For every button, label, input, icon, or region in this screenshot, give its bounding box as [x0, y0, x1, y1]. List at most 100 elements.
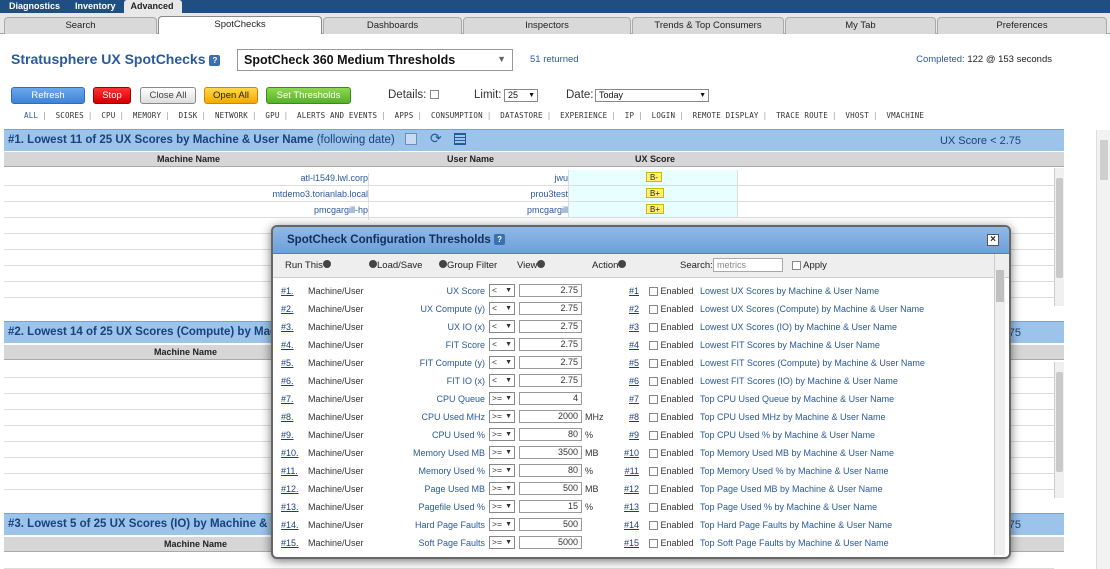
- threshold-value-input[interactable]: 2.75: [519, 356, 582, 369]
- tab-dashboards[interactable]: Dashboards: [323, 17, 462, 34]
- category-experience[interactable]: EXPERIENCE: [556, 111, 611, 120]
- operator-select[interactable]: >= ▼: [489, 500, 515, 513]
- enabled-option[interactable]: Enabled: [649, 394, 694, 405]
- operator-select[interactable]: < ▼: [489, 356, 515, 369]
- group-filter-menu[interactable]: Group Filter: [439, 260, 497, 271]
- open-all-button[interactable]: Open All: [204, 87, 258, 104]
- help-icon[interactable]: ?: [494, 234, 506, 246]
- threshold-number-link[interactable]: #9.: [281, 430, 294, 440]
- limit-select[interactable]: 25 ▼: [504, 89, 538, 102]
- threshold-metric[interactable]: Soft Page Faults: [378, 538, 485, 548]
- refresh-button[interactable]: Refresh: [11, 87, 85, 104]
- threshold-number-link[interactable]: #10.: [281, 448, 299, 458]
- search-input[interactable]: metrics: [713, 258, 783, 272]
- enabled-checkbox[interactable]: [649, 377, 658, 387]
- spotcheck-number-link[interactable]: #11: [623, 466, 639, 476]
- spotcheck-number-link[interactable]: #5: [623, 358, 639, 368]
- enabled-option[interactable]: Enabled: [649, 502, 694, 513]
- category-login[interactable]: LOGIN: [648, 111, 680, 120]
- category-consumption[interactable]: CONSUMPTION: [427, 111, 487, 120]
- enabled-option[interactable]: Enabled: [649, 358, 694, 369]
- operator-select[interactable]: >= ▼: [489, 464, 515, 477]
- threshold-value-input[interactable]: 500: [519, 518, 582, 531]
- scrollbar-thumb[interactable]: [1100, 140, 1108, 180]
- column-user-name[interactable]: User Name: [447, 154, 494, 164]
- run-this-menu[interactable]: Run This: [285, 260, 331, 271]
- date-select[interactable]: Today ▼: [595, 89, 709, 102]
- category-vmachine[interactable]: VMACHINE: [882, 111, 928, 120]
- spotcheck-description-link[interactable]: Lowest FIT Scores by Machine & User Name: [700, 340, 880, 350]
- scrollbar-thumb[interactable]: [1056, 178, 1063, 278]
- threshold-metric[interactable]: Memory Used MB: [378, 448, 485, 458]
- threshold-value-input[interactable]: 2.75: [519, 302, 582, 315]
- threshold-metric[interactable]: Memory Used %: [378, 466, 485, 476]
- threshold-number-link[interactable]: #3.: [281, 322, 294, 332]
- view-menu[interactable]: View: [517, 260, 546, 271]
- spotcheck-number-link[interactable]: #1: [623, 286, 639, 296]
- enabled-option[interactable]: Enabled: [649, 304, 694, 315]
- dialog-scrollbar[interactable]: [994, 254, 1005, 555]
- threshold-metric[interactable]: Page Used MB: [378, 484, 485, 494]
- enabled-checkbox[interactable]: [649, 305, 658, 315]
- enabled-checkbox[interactable]: [649, 485, 658, 495]
- category-disk[interactable]: DISK: [175, 111, 202, 120]
- table-row[interactable]: atl-l1549.lwl.corp jwu B-: [4, 170, 1054, 188]
- threshold-metric[interactable]: CPU Used %: [378, 430, 485, 440]
- threshold-value-input[interactable]: 15: [519, 500, 582, 513]
- popout-icon[interactable]: [405, 133, 417, 145]
- threshold-value-input[interactable]: 5000: [519, 536, 582, 549]
- threshold-value-input[interactable]: 4: [519, 392, 582, 405]
- category-cpu[interactable]: CPU: [97, 111, 119, 120]
- operator-select[interactable]: >= ▼: [489, 536, 515, 549]
- spotcheck-description-link[interactable]: Lowest UX Scores by Machine & User Name: [700, 286, 879, 296]
- threshold-number-link[interactable]: #4.: [281, 340, 294, 350]
- operator-select[interactable]: >= ▼: [489, 482, 515, 495]
- spotcheck-description-link[interactable]: Top Soft Page Faults by Machine & User N…: [700, 538, 889, 548]
- spotcheck-number-link[interactable]: #7: [623, 394, 639, 404]
- threshold-metric[interactable]: FIT Score: [378, 340, 485, 350]
- machine-name-cell[interactable]: pmcgargill-hp: [4, 205, 368, 215]
- section-1-header[interactable]: #1. Lowest 11 of 25 UX Scores by Machine…: [4, 129, 1064, 151]
- category-datastore[interactable]: DATASTORE: [496, 111, 546, 120]
- threshold-value-input[interactable]: 2000: [519, 410, 582, 423]
- category-network[interactable]: NETWORK: [211, 111, 252, 120]
- spotcheck-number-link[interactable]: #15: [623, 538, 639, 548]
- section-2-scrollbar[interactable]: [1054, 362, 1064, 498]
- machine-name-cell[interactable]: atl-l1549.lwl.corp: [4, 173, 368, 183]
- spotcheck-description-link[interactable]: Top Hard Page Faults by Machine & User N…: [700, 520, 892, 530]
- spotcheck-number-link[interactable]: #4: [623, 340, 639, 350]
- threshold-value-input[interactable]: 2.75: [519, 284, 582, 297]
- apply-option[interactable]: Apply: [792, 260, 827, 271]
- enabled-option[interactable]: Enabled: [649, 484, 694, 495]
- category-all[interactable]: ALL: [20, 111, 42, 120]
- apply-checkbox[interactable]: [792, 260, 801, 270]
- enabled-option[interactable]: Enabled: [649, 340, 694, 351]
- operator-select[interactable]: < ▼: [489, 338, 515, 351]
- spotcheck-description-link[interactable]: Top Memory Used MB by Machine & User Nam…: [700, 448, 894, 458]
- threshold-metric[interactable]: UX Compute (y): [378, 304, 485, 314]
- enabled-checkbox[interactable]: [649, 359, 658, 369]
- spotcheck-number-link[interactable]: #8: [623, 412, 639, 422]
- details-checkbox[interactable]: [429, 90, 439, 100]
- enabled-option[interactable]: Enabled: [649, 466, 694, 477]
- operator-select[interactable]: >= ▼: [489, 410, 515, 423]
- spotcheck-description-link[interactable]: Top Page Used MB by Machine & User Name: [700, 484, 883, 494]
- nav-inventory[interactable]: Inventory: [68, 0, 124, 13]
- tab-my-tab[interactable]: My Tab: [785, 17, 936, 34]
- threshold-number-link[interactable]: #2.: [281, 304, 294, 314]
- threshold-number-link[interactable]: #6.: [281, 376, 294, 386]
- spotcheck-description-link[interactable]: Top CPU Used MHz by Machine & User Name: [700, 412, 886, 422]
- threshold-metric[interactable]: FIT Compute (y): [378, 358, 485, 368]
- table-icon[interactable]: [454, 133, 466, 145]
- threshold-number-link[interactable]: #1.: [281, 286, 294, 296]
- operator-select[interactable]: >= ▼: [489, 518, 515, 531]
- column-machine-name[interactable]: Machine Name: [154, 347, 217, 357]
- spotcheck-number-link[interactable]: #9: [623, 430, 639, 440]
- enabled-checkbox[interactable]: [649, 341, 658, 351]
- threshold-metric[interactable]: Hard Page Faults: [378, 520, 485, 530]
- spotcheck-number-link[interactable]: #6: [623, 376, 639, 386]
- operator-select[interactable]: >= ▼: [489, 428, 515, 441]
- scrollbar-thumb[interactable]: [996, 270, 1004, 302]
- page-scrollbar[interactable]: [1096, 130, 1110, 569]
- enabled-option[interactable]: Enabled: [649, 322, 694, 333]
